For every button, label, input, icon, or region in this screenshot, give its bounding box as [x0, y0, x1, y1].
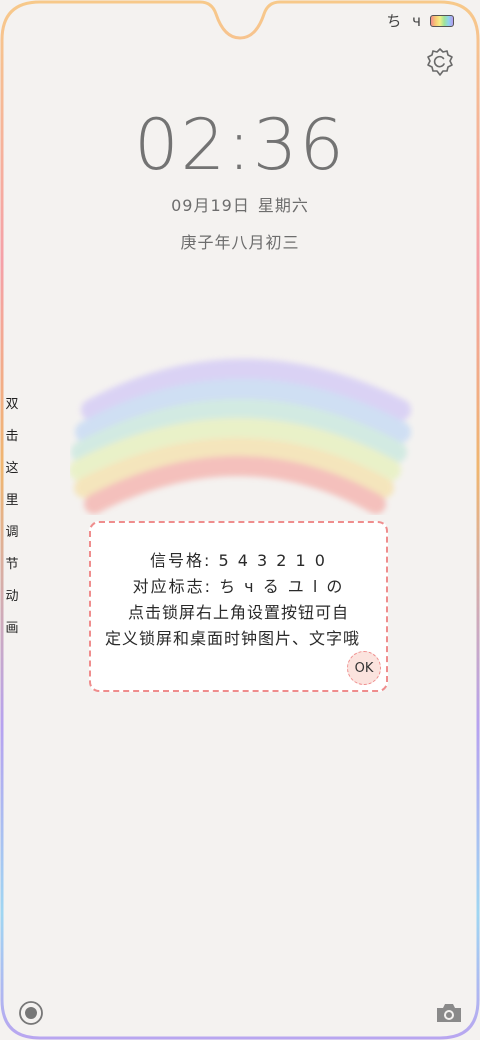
hint-char: 节	[5, 557, 19, 572]
date-text: 09月19日	[171, 196, 250, 215]
signal-indicator: ち ч	[386, 12, 424, 30]
instruction-text-2: 定义锁屏和桌面时钟图片、文字哦	[104, 629, 360, 648]
hint-char: 双	[5, 397, 19, 412]
gear-icon[interactable]	[424, 46, 456, 78]
hint-char: 击	[5, 429, 19, 444]
ok-button[interactable]: OK	[347, 651, 381, 685]
signal-levels-text: 信号格: 5 4 3 2 1 0	[150, 551, 327, 570]
lockscreen-clock: 02:36	[134, 104, 346, 186]
rainbow-battery-icon	[430, 14, 454, 27]
hint-char: 画	[5, 621, 19, 636]
status-bar: ち ч	[386, 10, 454, 31]
circle-icon[interactable]	[18, 1000, 44, 1026]
lockscreen-date: 09月19日 星期六	[0, 192, 480, 216]
double-tap-hint[interactable]: 双 击 这 里 调 节 动 画	[4, 396, 20, 638]
hint-char: 这	[5, 461, 19, 476]
hint-char: 里	[5, 493, 19, 508]
hint-char: 调	[5, 525, 19, 540]
instruction-text-1: 点击锁屏右上角设置按钮可自	[127, 603, 349, 622]
lunar-date: 庚子年八月初三	[180, 233, 300, 252]
signal-symbols-text: 对应标志: ち ч る ユ l の	[132, 577, 345, 596]
camera-icon[interactable]	[435, 1002, 463, 1024]
rainbow-illustration	[70, 359, 411, 514]
weekday-text: 星期六	[257, 196, 309, 215]
signal-legend-dialog: 信号格: 5 4 3 2 1 0 对应标志: ち ч る ユ l の 点击锁屏右…	[89, 521, 388, 692]
hint-char: 动	[5, 589, 19, 604]
